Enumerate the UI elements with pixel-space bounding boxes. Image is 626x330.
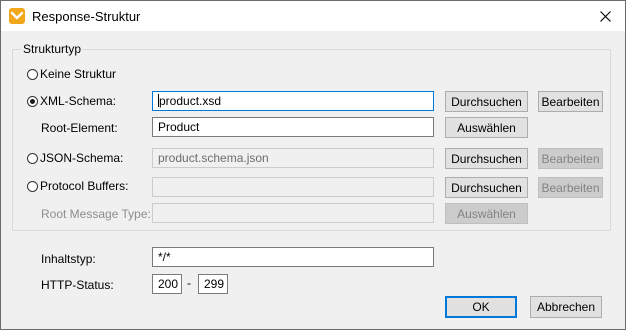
root-element-input[interactable]: Product <box>152 117 434 137</box>
ok-button[interactable]: OK <box>445 296 517 318</box>
xml-browse-button[interactable]: Durchsuchen <box>445 91 528 112</box>
http-status-to-input[interactable]: 299 <box>198 274 228 294</box>
protobuf-browse-button[interactable]: Durchsuchen <box>445 177 528 198</box>
json-edit-button: Bearbeiten <box>538 148 603 169</box>
root-element-select-button[interactable]: Auswählen <box>445 117 528 138</box>
protocol-buffers-input <box>152 177 434 197</box>
window-title: Response-Struktur <box>32 9 141 24</box>
http-status-label: HTTP-Status: <box>41 278 114 292</box>
protocol-buffers-label[interactable]: Protocol Buffers: <box>40 179 129 193</box>
close-button[interactable] <box>585 1 625 31</box>
content-type-input[interactable]: */* <box>152 247 434 267</box>
close-icon <box>599 10 611 22</box>
no-structure-label[interactable]: Keine Struktur <box>40 67 116 81</box>
radio-xml-schema[interactable] <box>27 96 38 107</box>
root-element-label: Root-Element: <box>41 121 118 135</box>
group-label: Strukturtyp <box>21 42 84 56</box>
http-status-from-input[interactable]: 200 <box>152 274 182 294</box>
mapforce-app-icon <box>9 8 25 24</box>
protobuf-edit-button: Bearbeiten <box>538 177 603 198</box>
xml-schema-input[interactable]: product.xsd <box>152 91 434 111</box>
xml-edit-button[interactable]: Bearbeiten <box>538 91 603 112</box>
root-message-type-label: Root Message Type: <box>41 207 151 221</box>
json-schema-label[interactable]: JSON-Schema: <box>40 151 123 165</box>
root-message-type-select-button: Auswählen <box>445 203 528 224</box>
dialog-window: Response-Struktur Strukturtyp Keine Stru… <box>0 0 626 330</box>
radio-protocol-buffers[interactable] <box>27 181 38 192</box>
radio-json-schema[interactable] <box>27 153 38 164</box>
root-message-type-input <box>152 203 434 223</box>
title-bar: Response-Struktur <box>1 1 625 31</box>
xml-schema-value: product.xsd <box>159 94 222 108</box>
json-browse-button[interactable]: Durchsuchen <box>445 148 528 169</box>
cancel-button[interactable]: Abbrechen <box>530 296 602 318</box>
http-status-separator: - <box>187 276 191 290</box>
json-schema-input: product.schema.json <box>152 148 434 168</box>
content-type-label: Inhaltstyp: <box>41 252 96 266</box>
xml-schema-label[interactable]: XML-Schema: <box>40 94 116 108</box>
radio-no-structure[interactable] <box>27 69 38 80</box>
